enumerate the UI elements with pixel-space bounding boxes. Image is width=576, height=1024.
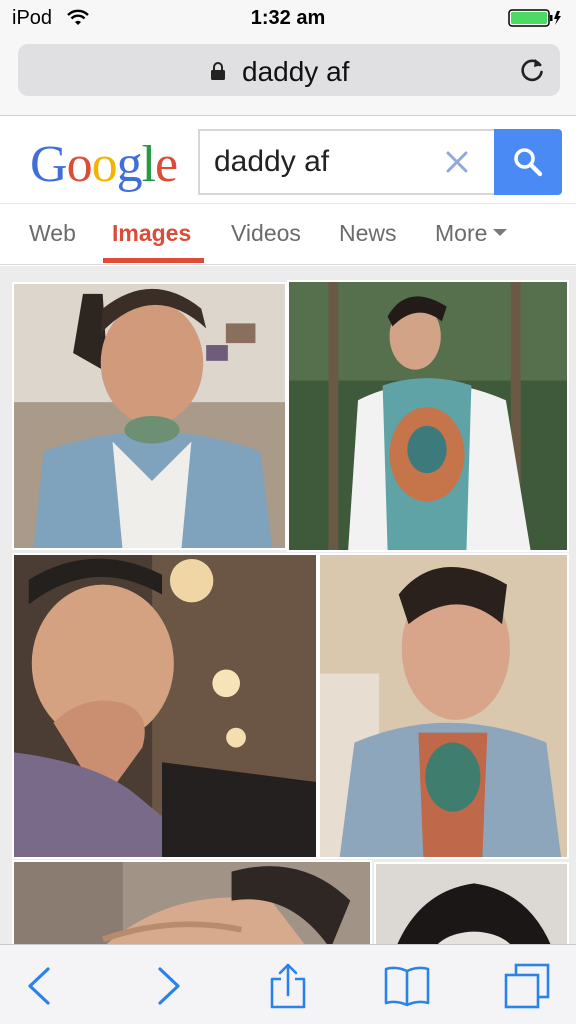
clear-icon[interactable] [444,149,470,175]
image-result-photo [320,555,567,857]
tab-images[interactable]: Images [112,220,191,247]
logo-letter: o [91,136,118,193]
forward-icon [158,967,180,1005]
tabs-button[interactable] [502,961,552,1011]
logo-letter: e [155,136,178,193]
tab-web[interactable]: Web [29,220,76,247]
status-time: 1:32 am [250,7,326,29]
logo-letter: l [141,136,156,193]
image-result[interactable] [12,282,287,550]
search-tabs: Web Images Videos News More [0,203,576,265]
tab-more-label: More [435,220,488,246]
image-result[interactable] [318,553,569,859]
image-result[interactable] [374,862,569,946]
image-results-grid [0,266,576,946]
search-query-text: daddy af [214,145,330,178]
bookmarks-button[interactable] [382,961,432,1011]
image-result-photo [376,864,567,946]
tab-more[interactable]: More [435,220,508,247]
back-icon [28,967,50,1005]
search-button[interactable] [494,129,562,195]
image-result-photo [14,555,316,857]
active-tab-indicator [103,258,204,263]
address-text: daddy af [242,56,350,87]
search-icon [514,148,543,177]
image-result-photo [14,862,370,946]
search-input[interactable]: daddy af [198,129,496,195]
image-result[interactable] [12,860,372,946]
lock-icon [211,62,225,80]
image-result-photo [289,282,567,550]
logo-letter: G [30,136,68,193]
logo-letter: o [66,136,93,193]
image-result-photo [14,284,285,548]
battery-icon [508,9,561,27]
address-field[interactable]: daddy af [18,44,560,96]
google-logo[interactable]: Google [30,135,178,194]
image-result[interactable] [287,280,569,552]
address-bar-area: daddy af [0,36,576,116]
tab-news[interactable]: News [339,220,397,247]
forward-button[interactable] [142,961,192,1011]
share-icon [270,963,306,1009]
google-header: Google daddy af [0,117,576,203]
image-result[interactable] [12,553,318,859]
chevron-down-icon [493,229,508,237]
back-button[interactable] [16,961,66,1011]
browser-toolbar [0,944,576,1024]
share-button[interactable] [263,961,313,1011]
tabs-icon [504,963,550,1009]
tab-videos[interactable]: Videos [231,220,301,247]
logo-letter: g [116,136,143,193]
reload-icon[interactable] [518,56,546,84]
bookmarks-icon [384,966,430,1007]
status-bar: iPod 1:32 am [0,0,576,36]
